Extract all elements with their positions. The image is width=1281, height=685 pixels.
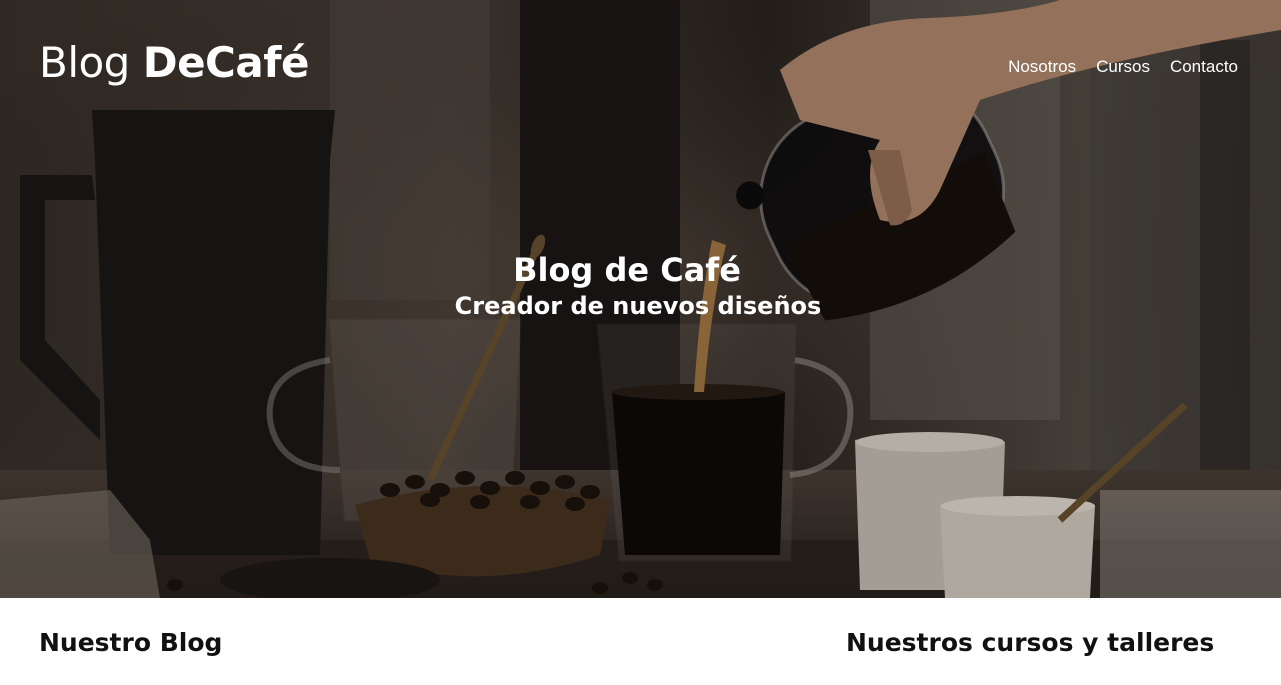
nav-link-cursos[interactable]: Cursos [1096,57,1150,77]
courses-section-heading: Nuestros cursos y talleres [846,628,1215,657]
hero-title: Blog de Café [513,251,741,289]
hero-subtitle: Creador de nuevos diseños [454,292,822,320]
hero-banner: Blog DeCafé Nosotros Cursos Contacto Blo… [0,0,1281,598]
nav-link-contacto[interactable]: Contacto [1170,57,1238,77]
logo-bold-text: DeCafé [142,38,310,87]
content-section: Nuestro Blog Nuestros cursos y talleres [0,598,1281,685]
main-navigation: Nosotros Cursos Contacto [1008,57,1238,77]
logo-light-text: Blog [39,38,143,87]
nav-link-nosotros[interactable]: Nosotros [1008,57,1076,77]
hero-text-block: Blog de Café Creador de nuevos diseños [0,250,1281,322]
blog-section-heading: Nuestro Blog [39,628,223,657]
site-logo[interactable]: Blog DeCafé [39,42,309,84]
